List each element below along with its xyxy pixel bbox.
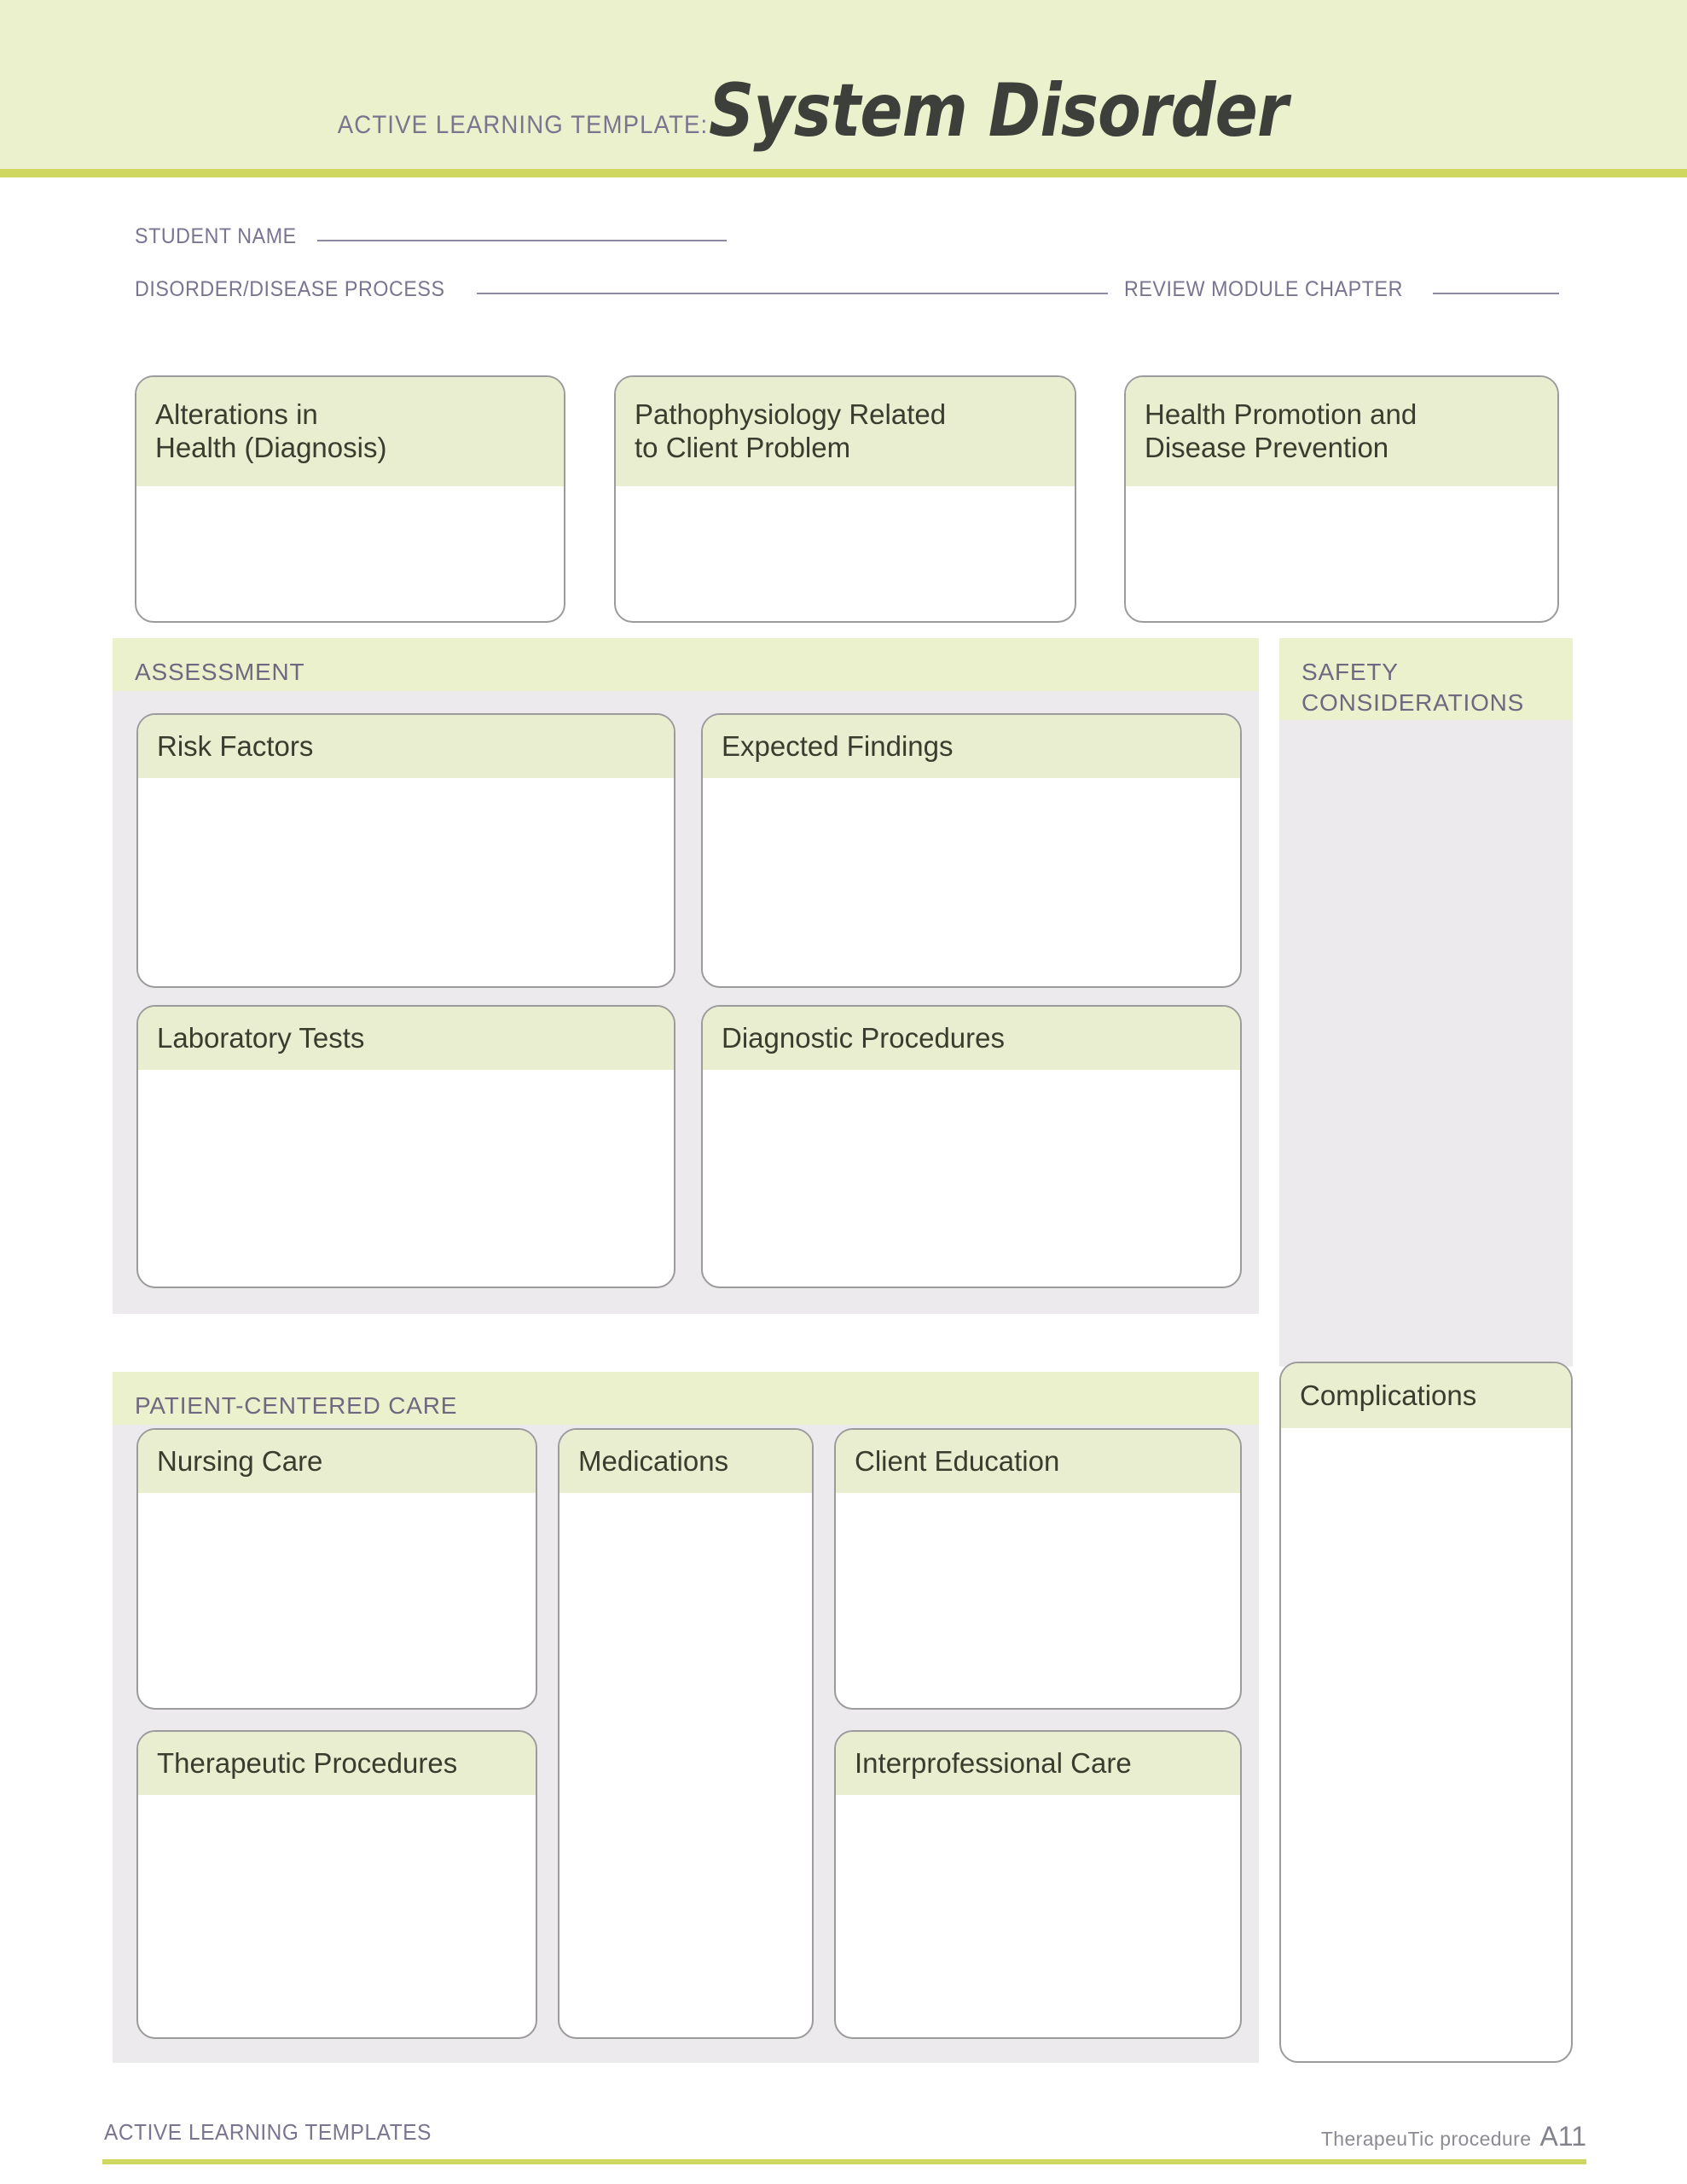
card-title: Therapeutic Procedures [157,1746,458,1779]
card-header: Pathophysiology Related to Client Proble… [616,377,1075,486]
card-title: Health Promotion and Disease Prevention [1145,398,1417,463]
panel-header-safety: SAFETY CONSIDERATIONS [1279,638,1573,720]
footer: ACTIVE LEARNING TEMPLATES TherapeuTic pr… [0,2106,1687,2184]
panel-label-assessment: ASSESSMENT [135,659,305,685]
card-title: Alterations in Health (Diagnosis) [155,398,387,463]
panel-label-safety: SAFETY CONSIDERATIONS [1301,659,1525,716]
card-header: Complications [1281,1363,1571,1428]
footer-accent-rule [102,2159,1586,2164]
card-header: Laboratory Tests [138,1007,674,1070]
header-accent-rule [0,169,1687,177]
card-pathophysiology[interactable]: Pathophysiology Related to Client Proble… [614,375,1076,623]
card-title: Risk Factors [157,729,314,762]
card-header: Nursing Care [138,1430,536,1493]
card-complications[interactable]: Complications [1279,1362,1573,2063]
card-expected-findings[interactable]: Expected Findings [701,713,1242,988]
card-title: Nursing Care [157,1444,323,1477]
card-health-promotion[interactable]: Health Promotion and Disease Prevention [1124,375,1559,623]
card-therapeutic-procedures[interactable]: Therapeutic Procedures [136,1730,537,2039]
panel-safety-considerations: SAFETY CONSIDERATIONS [1279,638,1573,1367]
card-title: Medications [578,1444,729,1477]
page-title: System Disorder [708,68,1288,154]
card-risk-factors[interactable]: Risk Factors [136,713,675,988]
card-client-education[interactable]: Client Education [834,1428,1242,1710]
card-header: Medications [559,1430,812,1493]
footer-meta: TherapeuTic procedure A11 [1321,2121,1586,2152]
card-title: Interprofessional Care [855,1746,1132,1779]
header: ACTIVE LEARNING TEMPLATE: System Disorde… [0,0,1687,169]
card-header: Alterations in Health (Diagnosis) [136,377,564,486]
card-diagnostic-procedures[interactable]: Diagnostic Procedures [701,1005,1242,1288]
review-chapter-label: REVIEW MODULE CHAPTER [1124,277,1403,301]
disorder-label: DISORDER/DISEASE PROCESS [135,277,445,301]
student-name-field-row: STUDENT NAME [135,224,727,249]
card-title: Pathophysiology Related to Client Proble… [635,398,947,463]
card-header: Therapeutic Procedures [138,1732,536,1795]
card-nursing-care[interactable]: Nursing Care [136,1428,537,1710]
card-title: Client Education [855,1444,1060,1477]
card-title: Complications [1300,1379,1477,1411]
card-title: Laboratory Tests [157,1021,365,1054]
panel-header-assessment: ASSESSMENT [113,638,1259,691]
footer-page-code: A11 [1539,2121,1586,2152]
card-laboratory-tests[interactable]: Laboratory Tests [136,1005,675,1288]
disorder-input[interactable] [476,292,1108,294]
student-name-label: STUDENT NAME [135,224,297,248]
disorder-field-row: DISORDER/DISEASE PROCESS [135,277,1108,302]
card-header: Diagnostic Procedures [703,1007,1240,1070]
card-medications[interactable]: Medications [558,1428,814,2039]
card-alterations-in-health[interactable]: Alterations in Health (Diagnosis) [135,375,565,623]
form-fields: STUDENT NAME DISORDER/DISEASE PROCESS RE… [0,177,1687,348]
card-header: Health Promotion and Disease Prevention [1126,377,1557,486]
panel-header-patient-centered-care: PATIENT-CENTERED CARE [113,1372,1259,1425]
card-header: Expected Findings [703,715,1240,778]
review-chapter-input[interactable] [1432,292,1559,294]
review-chapter-field-row: REVIEW MODULE CHAPTER [1124,277,1559,302]
card-interprofessional-care[interactable]: Interprofessional Care [834,1730,1242,2039]
footer-procedure-label: TherapeuTic procedure [1320,2128,1532,2150]
card-title: Diagnostic Procedures [722,1021,1005,1054]
template-kicker: ACTIVE LEARNING TEMPLATE: [338,111,709,139]
card-title: Expected Findings [722,729,954,762]
footer-brand: ACTIVE LEARNING TEMPLATES [104,2119,432,2145]
panel-label-patient-centered-care: PATIENT-CENTERED CARE [135,1392,458,1419]
student-name-input[interactable] [316,239,727,241]
card-header: Client Education [836,1430,1240,1493]
card-header: Interprofessional Care [836,1732,1240,1795]
card-header: Risk Factors [138,715,674,778]
